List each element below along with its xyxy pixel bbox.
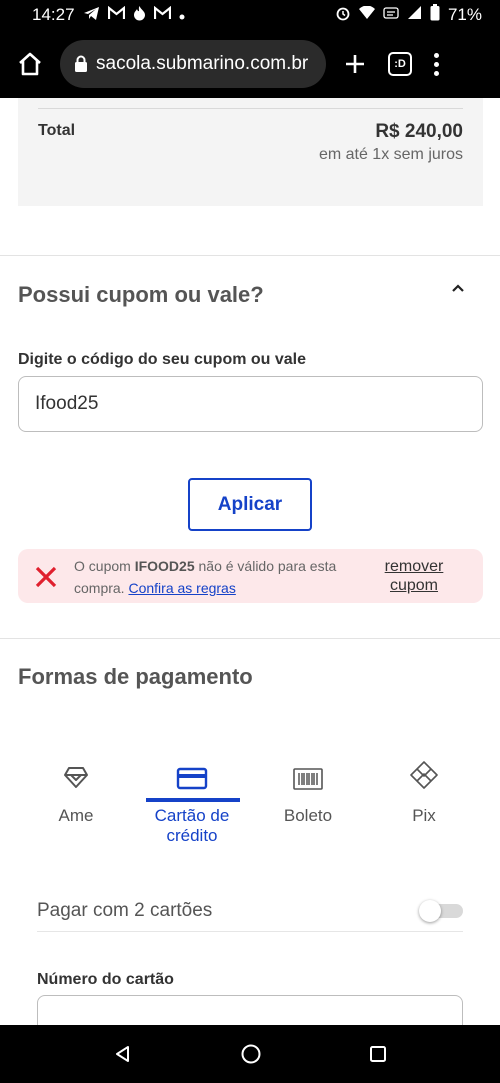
home-circle-icon[interactable]	[240, 1043, 262, 1065]
toggle-knob	[419, 899, 441, 922]
tab-label: Ame	[58, 806, 94, 825]
payment-methods-tabs: Ame Cartão de crédito Boleto Pix	[18, 746, 483, 856]
rules-link[interactable]: Confira as regras	[128, 580, 235, 596]
credit-card-icon	[176, 767, 208, 790]
chevron-up-icon[interactable]	[448, 278, 468, 298]
system-nav-bar	[0, 1025, 500, 1083]
tab-boleto[interactable]: Boleto	[250, 746, 366, 856]
signal-icon	[407, 5, 422, 25]
address-bar[interactable]: sacola.submarino.com.br	[60, 40, 326, 88]
home-icon	[19, 52, 41, 76]
gmail-icon	[107, 5, 125, 24]
page-content: Total R$ 240,00 em até 1x sem juros Poss…	[0, 98, 500, 1025]
section-divider	[0, 638, 500, 639]
tab-credit-card[interactable]: Cartão de crédito	[134, 746, 250, 856]
total-value: R$ 240,00	[375, 121, 463, 142]
card-number-input[interactable]	[37, 995, 463, 1025]
error-text-prefix: O cupom	[74, 558, 135, 574]
status-bar: 14:27 71%	[0, 0, 500, 30]
order-summary: Total R$ 240,00 em até 1x sem juros	[18, 98, 483, 206]
section-divider	[0, 255, 500, 256]
tab-switcher-button[interactable]: :D	[388, 52, 412, 76]
coupon-section-title: Possui cupom ou vale?	[18, 282, 264, 307]
battery-level: 71%	[447, 5, 482, 24]
wifi-icon	[358, 5, 375, 25]
coupon-field-label: Digite o código do seu cupom ou vale	[18, 351, 307, 368]
two-cards-toggle[interactable]	[419, 899, 463, 922]
home-button[interactable]	[12, 46, 48, 82]
coupon-error-message: O cupom IFOOD25 não é válido para esta c…	[74, 555, 374, 599]
alarm-icon	[335, 5, 351, 26]
tab-label: Boleto	[283, 806, 333, 825]
browser-actions: :D	[344, 52, 439, 76]
status-left: 14:27	[32, 5, 185, 25]
tab-pix[interactable]: Pix	[366, 746, 482, 856]
summary-divider	[38, 108, 463, 109]
tab-ame[interactable]: Ame	[18, 746, 134, 856]
gmail-icon	[153, 5, 171, 24]
apply-coupon-button[interactable]: Aplicar	[188, 478, 312, 531]
error-coupon-code: IFOOD25	[134, 558, 195, 574]
telegram-icon	[83, 6, 100, 25]
two-cards-row: Pagar com 2 cartões	[37, 890, 463, 932]
status-right: 71%	[335, 4, 482, 26]
tab-label: Pix	[412, 806, 436, 825]
active-tab-indicator	[146, 798, 240, 802]
payment-section-title: Formas de pagamento	[18, 664, 253, 689]
ame-icon	[64, 767, 88, 788]
clock: 14:27	[32, 5, 75, 24]
fire-icon	[133, 5, 146, 25]
barcode-icon	[293, 768, 323, 790]
dot-icon	[179, 5, 185, 25]
error-x-icon	[35, 566, 57, 588]
battery-icon	[430, 4, 440, 26]
recents-icon[interactable]	[369, 1045, 387, 1063]
coupon-input[interactable]	[18, 376, 483, 432]
tab-label: Cartão de crédito	[154, 806, 230, 845]
remove-coupon-link[interactable]: remover cupom	[374, 557, 454, 595]
menu-icon[interactable]	[434, 52, 439, 76]
back-icon[interactable]	[113, 1044, 133, 1064]
volte-icon	[383, 5, 399, 26]
coupon-error-alert: O cupom IFOOD25 não é válido para esta c…	[18, 549, 483, 603]
pix-icon	[410, 761, 438, 789]
two-cards-label: Pagar com 2 cartões	[37, 899, 213, 921]
card-number-label: Número do cartão	[37, 971, 174, 988]
new-tab-icon[interactable]	[344, 53, 366, 75]
lock-icon	[75, 55, 87, 72]
url-text: sacola.submarino.com.br	[96, 53, 309, 74]
total-label: Total	[38, 122, 76, 139]
installments-note: em até 1x sem juros	[318, 146, 463, 163]
browser-toolbar: sacola.submarino.com.br :D	[0, 30, 500, 98]
